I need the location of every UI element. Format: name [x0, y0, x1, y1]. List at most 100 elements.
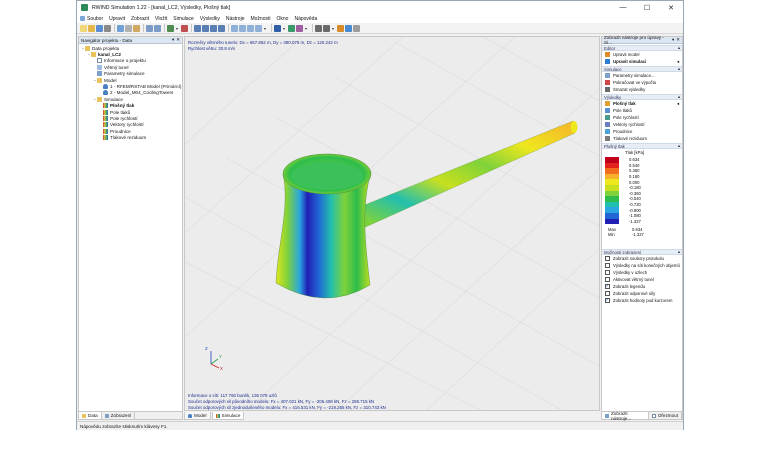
panel-item[interactable]: Tlakové reziduum [602, 135, 682, 142]
collapse-icon[interactable]: ▴ [678, 143, 680, 149]
redo-icon[interactable] [154, 24, 161, 32]
panel-item[interactable]: Pole tlaků [602, 107, 682, 114]
render-icon[interactable] [323, 24, 330, 32]
tab-model[interactable]: Model [184, 412, 211, 420]
tab-clip[interactable]: Ořezmout [648, 412, 682, 419]
menu-vlozit[interactable]: Vložit [155, 16, 167, 22]
panel-item[interactable]: Proudnice [602, 128, 682, 135]
tab-data[interactable]: Data [79, 412, 102, 419]
menu-vysledky[interactable]: Výsledky [200, 16, 220, 22]
zoom-icon[interactable] [194, 24, 201, 32]
panel-item[interactable]: Parametry simulace... [602, 72, 682, 79]
min-value: -1.327 [632, 232, 644, 238]
tunnel-icon [97, 64, 102, 70]
save-icon[interactable] [96, 24, 103, 32]
panel-item[interactable]: Upravit model [602, 51, 682, 58]
option-label: Výsledky na síti konečných objemů [613, 263, 680, 268]
tree-item-label: Informace o projektu [104, 58, 146, 64]
panel-item[interactable]: Pole rychlostí [602, 114, 682, 121]
print-icon[interactable] [104, 24, 111, 32]
option-row[interactable]: Výsledky na síti konečných objemů [602, 262, 682, 269]
checkbox-unchecked[interactable] [605, 291, 610, 296]
expand-arrow-icon[interactable]: ◂ [677, 59, 679, 65]
expand-arrow-icon[interactable]: ◂ [677, 101, 679, 107]
collapse-icon[interactable]: ▴ [678, 94, 680, 100]
collapse-icon[interactable]: ▴ [678, 249, 680, 255]
cmap-icon [103, 115, 108, 121]
view-x-icon[interactable] [239, 24, 246, 32]
model-icon[interactable] [181, 24, 188, 32]
chevron-down-icon[interactable]: ▾ [175, 25, 179, 32]
menu-zobrazit[interactable]: Zobrazit [131, 16, 149, 22]
checkbox-unchecked[interactable] [605, 277, 610, 282]
panel-item[interactable]: Vektory rychlostí [602, 121, 682, 128]
view-iso-icon[interactable] [231, 24, 238, 32]
option-row[interactable]: Aktivovat větrný tunel [602, 276, 682, 283]
option-row[interactable]: Zobrazit odporové síly [602, 290, 682, 297]
open-folder-icon[interactable] [88, 24, 95, 32]
menu-moznosti[interactable]: Možnosti [250, 16, 270, 22]
3d-viewport[interactable]: Rozměry větrného tunelu: Dx = 657.862 m,… [184, 36, 600, 411]
menu-okno[interactable]: Okno [277, 16, 289, 22]
option-row[interactable]: Zobrazit soubory protokolu [602, 255, 682, 262]
chevron-down-icon[interactable]: ▾ [304, 25, 308, 32]
results-icon[interactable] [288, 24, 295, 32]
menu-label: Nástroje [225, 15, 245, 22]
chevron-down-icon[interactable]: ▾ [282, 25, 286, 32]
menu-simulace[interactable]: Simulace [173, 16, 194, 22]
settings-icon[interactable] [353, 24, 360, 32]
panel-item[interactable]: Plošný tlak ◂ [602, 100, 682, 107]
menu-napoveda[interactable]: Nápověda [294, 16, 317, 22]
tab-simulace[interactable]: Simulace [211, 412, 245, 420]
undo-icon[interactable] [146, 24, 153, 32]
close-pane-icon[interactable]: ✕ [676, 37, 680, 43]
cut-icon[interactable] [117, 24, 124, 32]
menu-nastroje[interactable]: Nástroje [226, 16, 245, 22]
copy-icon[interactable] [125, 24, 132, 32]
close-button[interactable]: ✕ [659, 1, 683, 14]
tab-zobrazeni[interactable]: Zobrazení [101, 412, 136, 419]
close-pane-icon[interactable]: ✕ [176, 37, 180, 43]
tunnel-icon[interactable] [345, 24, 352, 32]
collapse-icon[interactable]: ▴ [678, 45, 680, 51]
section-plosny-tlak[interactable]: Plošný tlak ▴ [602, 143, 682, 149]
pin-icon[interactable]: ▾ [672, 37, 674, 43]
checkbox-unchecked[interactable] [605, 263, 610, 268]
view-z-icon[interactable] [255, 24, 262, 32]
cmap-icon [103, 122, 108, 128]
maximize-button[interactable]: ☐ [635, 1, 659, 14]
rotate-icon[interactable] [210, 24, 217, 32]
cmap-icon [103, 128, 108, 134]
mesh-icon[interactable] [337, 24, 344, 32]
pin-icon[interactable]: ▾ [172, 37, 174, 43]
panel-item[interactable]: Smazat výsledky [602, 86, 682, 93]
minimize-button[interactable]: — [611, 1, 635, 14]
chevron-down-icon[interactable]: ▾ [331, 25, 335, 32]
menu-upravit[interactable]: Upravit [109, 16, 125, 22]
checkbox-unchecked[interactable] [605, 256, 610, 261]
collapse-icon[interactable]: ▴ [678, 66, 680, 72]
checkbox-unchecked[interactable] [605, 270, 610, 275]
chevron-down-icon[interactable]: ▾ [263, 25, 267, 32]
view-y-icon[interactable] [247, 24, 254, 32]
color-scale-icon[interactable] [296, 24, 303, 32]
display-mode-icon[interactable] [274, 24, 281, 32]
new-file-icon[interactable] [80, 24, 87, 32]
tree-item[interactable]: Tlakové reziduum [79, 134, 182, 141]
data-icon [82, 413, 86, 418]
wireframe-icon[interactable] [315, 24, 322, 32]
zoom-all-icon[interactable] [218, 24, 225, 32]
option-row[interactable]: ✓ Zobrazit hodnoty pod kurzorem [602, 297, 682, 304]
menu-soubor[interactable]: Soubor [80, 16, 103, 22]
paste-icon[interactable] [133, 24, 140, 32]
select-icon[interactable] [167, 24, 174, 32]
option-row[interactable]: ✓ Zobrazit legendu [602, 283, 682, 290]
legend-value: -1.327 [629, 218, 641, 224]
panel-item[interactable]: Upravit simulaci ◂ [602, 58, 682, 65]
checkbox-checked[interactable]: ✓ [605, 284, 610, 289]
option-row[interactable]: Výsledky v uzlech [602, 269, 682, 276]
panel-item[interactable]: Pokračovat ve výpočtu [602, 79, 682, 86]
checkbox-checked[interactable]: ✓ [605, 298, 610, 303]
pan-icon[interactable] [202, 24, 209, 32]
tab-edit-tools[interactable]: Zobrazit nástroje... [602, 411, 649, 421]
